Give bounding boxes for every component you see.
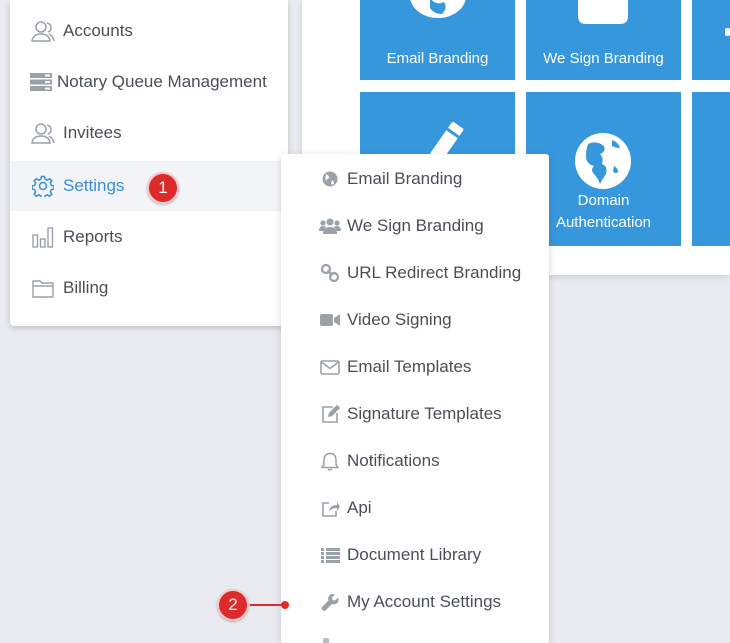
sidebar-item-reports[interactable]: Reports	[10, 212, 288, 262]
edit-icon	[319, 404, 341, 424]
tile-partial-icon	[725, 28, 730, 36]
submenu-item-we-sign-branding[interactable]: We Sign Branding	[281, 206, 549, 246]
tile-partial-top[interactable]	[692, 0, 730, 80]
callout-connector-dot	[281, 601, 289, 609]
users-group-icon	[578, 0, 628, 24]
submenu-next-item-icon	[323, 638, 329, 643]
tile-we-sign-branding[interactable]: We Sign Branding	[526, 0, 681, 80]
sidebar-item-label: Accounts	[63, 21, 133, 40]
server-stack-icon	[29, 70, 53, 94]
sidebar: Accounts Notary Queue Management Invitee…	[10, 0, 288, 326]
video-camera-icon	[319, 310, 341, 330]
submenu-item-label: Document Library	[347, 545, 482, 564]
tile-domain-authentication-label: Domain Authentication	[555, 192, 652, 231]
callout-badge-1: 1	[147, 172, 179, 204]
sidebar-item-label: Notary Queue Management	[57, 72, 267, 91]
tile-url-redirect[interactable]	[360, 92, 515, 160]
submenu-item-notifications[interactable]: Notifications	[281, 441, 549, 481]
submenu-item-label: We Sign Branding	[347, 216, 484, 235]
sidebar-item-billing[interactable]: Billing	[10, 263, 288, 313]
folder-icon	[30, 276, 56, 300]
sidebar-item-label: Settings	[63, 176, 125, 195]
users-outline-icon	[30, 121, 56, 145]
link-icon	[319, 263, 341, 283]
submenu-item-label: My Account Settings	[347, 592, 502, 611]
submenu-item-email-templates[interactable]: Email Templates	[281, 347, 549, 387]
share-icon	[319, 498, 341, 518]
submenu-item-label: Video Signing	[347, 310, 452, 329]
bell-icon	[319, 451, 341, 471]
submenu-item-email-branding[interactable]: Email Branding	[281, 159, 549, 199]
tile-domain-authentication[interactable]: Domain Authentication	[526, 92, 681, 246]
submenu-item-label: Signature Templates	[347, 404, 502, 423]
submenu-item-video-signing[interactable]: Video Signing	[281, 300, 549, 340]
settings-submenu: Email Branding We Sign Branding URL Redi…	[281, 154, 549, 643]
globe-americas-icon	[575, 133, 631, 189]
globe-icon	[410, 0, 466, 18]
tile-we-sign-branding-label: We Sign Branding	[543, 50, 664, 67]
submenu-item-label: URL Redirect Branding	[347, 263, 522, 282]
submenu-item-document-library[interactable]: Document Library	[281, 535, 549, 575]
submenu-item-label: Email Branding	[347, 169, 463, 188]
sidebar-item-notary-queue[interactable]: Notary Queue Management	[10, 57, 288, 107]
callout-badge-2: 2	[217, 589, 249, 621]
submenu-item-url-redirect-branding[interactable]: URL Redirect Branding	[281, 253, 549, 293]
tile-email-branding-label: Email Branding	[386, 50, 489, 67]
sidebar-item-label: Billing	[63, 278, 109, 297]
tile-email-branding[interactable]: Email Branding	[360, 0, 515, 80]
submenu-item-signature-templates[interactable]: Signature Templates	[281, 394, 549, 434]
sidebar-item-label: Reports	[63, 227, 123, 246]
sidebar-item-accounts[interactable]: Accounts	[10, 6, 288, 56]
list-icon	[319, 545, 341, 565]
sidebar-item-invitees[interactable]: Invitees	[10, 108, 288, 158]
wrench-icon	[319, 592, 341, 612]
bar-chart-icon	[30, 225, 56, 249]
submenu-item-label: Email Templates	[347, 357, 472, 376]
callout-connector-line	[250, 604, 284, 606]
submenu-item-label: Notifications	[347, 451, 440, 470]
users-group-icon	[319, 216, 341, 236]
envelope-icon	[319, 357, 341, 377]
submenu-item-my-account-settings[interactable]: My Account Settings	[281, 582, 549, 622]
tile-partial-bottom[interactable]	[692, 92, 730, 246]
submenu-item-label: Api	[347, 498, 372, 517]
submenu-item-api[interactable]: Api	[281, 488, 549, 528]
sidebar-item-label: Invitees	[63, 123, 122, 142]
gear-icon	[30, 174, 56, 198]
globe-icon	[319, 169, 341, 189]
users-outline-icon	[30, 19, 56, 43]
